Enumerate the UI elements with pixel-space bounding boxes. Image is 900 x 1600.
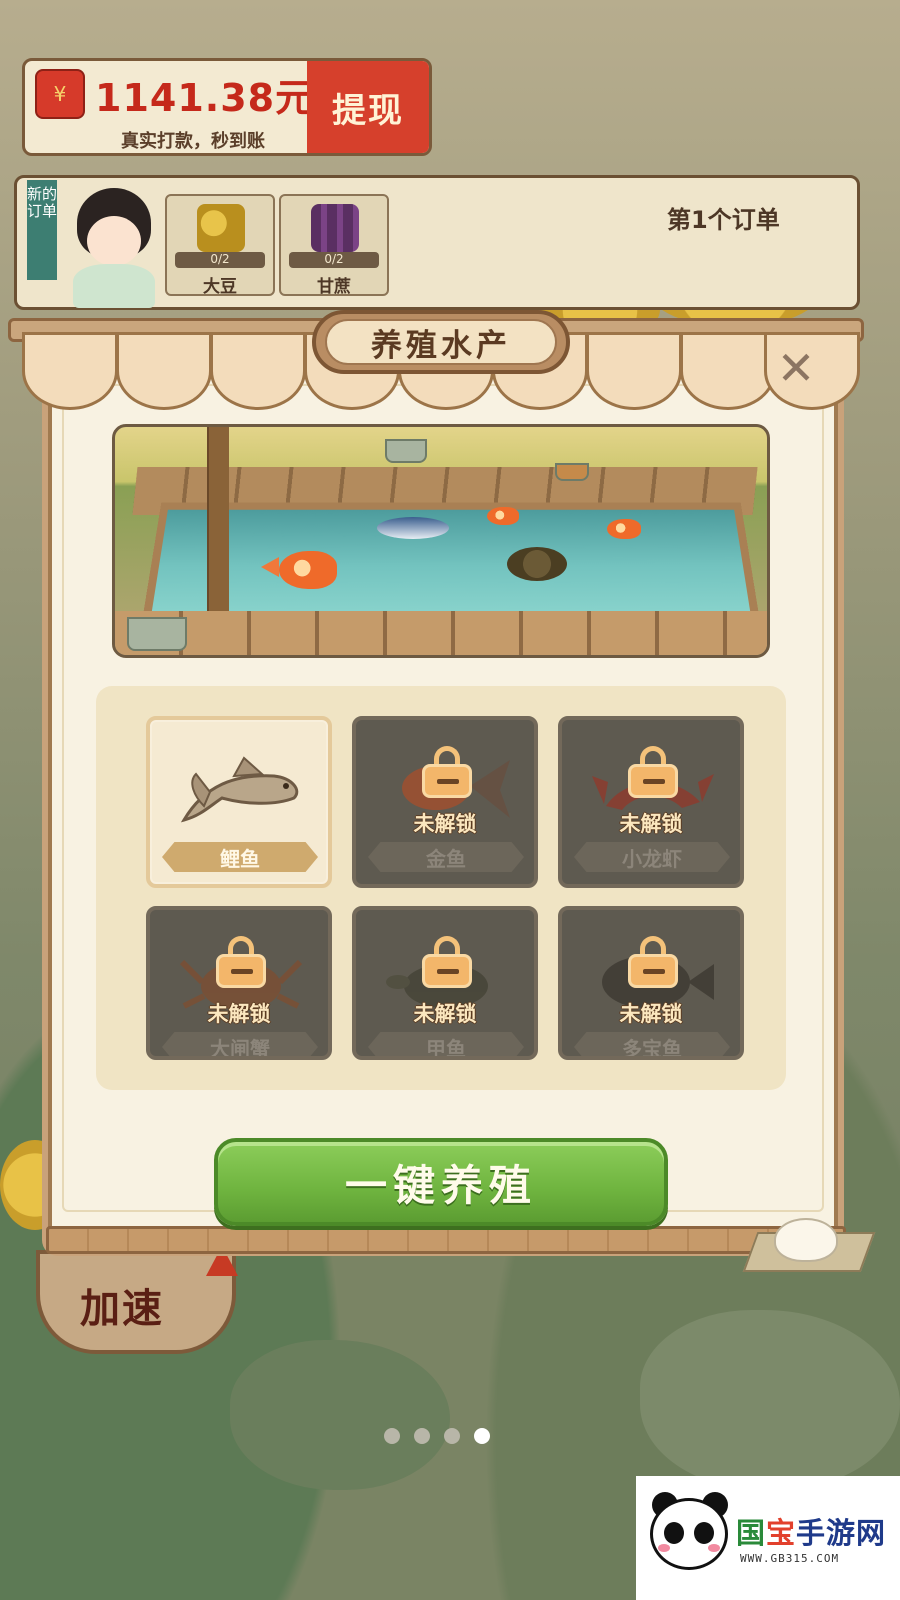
locked-label: 未解锁 [619,812,683,836]
red-envelope-icon: ¥ [35,69,85,119]
species-name: 甲鱼 [368,1032,524,1056]
watermark-url: WWW.GB315.COM [740,1552,840,1565]
lock-icon [212,936,270,994]
soybean-icon [197,204,245,252]
bucket-icon [127,617,187,651]
page-dot[interactable] [384,1428,400,1444]
species-card-carp[interactable]: 鲤鱼 [146,716,332,888]
locked-label: 未解锁 [207,1002,271,1026]
page-dot[interactable] [414,1428,430,1444]
lock-icon [624,746,682,804]
goldfish-icon [607,519,641,539]
order-item-progress: 0/2 [175,252,265,268]
speed-up-badge[interactable]: 加速 [36,1246,238,1354]
sugarcane-icon [311,204,359,252]
watermark-brand: 国宝手游网 [736,1516,887,1550]
new-order-tag: 新的订单 [27,180,57,280]
order-item-name: 大豆 [203,277,237,297]
order-item-name: 甘蔗 [317,277,351,297]
close-icon[interactable]: ✕ [770,341,822,395]
panda-logo-icon [650,1492,730,1572]
turtle-icon [507,547,567,581]
wallet-subtitle: 真实打款，秒到账 [121,131,265,152]
lock-icon [624,936,682,994]
species-card-goldfish[interactable]: 未解锁 金鱼 [352,716,538,888]
locked-label: 未解锁 [619,1002,683,1026]
species-card-softshell-turtle[interactable]: 未解锁 甲鱼 [352,906,538,1060]
order-item-sugarcane: 0/2 甘蔗 [279,194,389,297]
bucket-icon [385,439,427,463]
goldfish-icon [279,551,337,589]
one-click-breed-button[interactable]: 一键养殖 [214,1138,668,1226]
species-name: 金鱼 [368,842,524,872]
species-name: 大闸蟹 [162,1032,318,1056]
withdraw-button[interactable]: 提现 [307,61,429,153]
carp-icon [180,756,299,823]
page-dot[interactable] [444,1428,460,1444]
site-watermark: 国宝手游网 WWW.GB315.COM [636,1476,900,1600]
species-name: 小龙虾 [574,842,730,872]
speed-up-label: 加速 [80,1286,164,1332]
wallet-panel: ¥ 1141.38元 真实打款，秒到账 提现 [22,58,432,156]
species-name: 鲤鱼 [162,842,318,872]
lock-icon [418,746,476,804]
goldfish-icon [487,507,519,525]
species-name: 多宝鱼 [574,1032,730,1056]
dialog-title-plaque: 养殖水产 [312,310,570,374]
order-panel[interactable]: 新的订单 0/2 大豆 0/2 甘蔗 第1个订单 [14,175,860,310]
page-dot-active[interactable] [474,1428,490,1444]
tuna-icon [377,517,449,539]
species-card-turbot[interactable]: 未解锁 多宝鱼 [558,906,744,1060]
species-card-crab[interactable]: 未解锁 大闸蟹 [146,906,332,1060]
page-indicator [384,1428,490,1444]
steamed-bun-icon[interactable] [742,1218,876,1276]
locked-label: 未解锁 [413,812,477,836]
order-title: 第1个订单 [667,206,780,234]
dialog-title: 养殖水产 [325,319,557,365]
bucket-icon [555,463,589,481]
species-card-crayfish[interactable]: 未解锁 小龙虾 [558,716,744,888]
wallet-amount: 1141.38元 [95,76,315,120]
locked-label: 未解锁 [413,1002,477,1026]
maiden-avatar [59,188,169,308]
order-item-soybean: 0/2 大豆 [165,194,275,297]
order-item-progress: 0/2 [289,252,379,268]
lock-icon [418,936,476,994]
dialog-bottom-rail [46,1226,846,1254]
pond-illustration [112,424,770,658]
